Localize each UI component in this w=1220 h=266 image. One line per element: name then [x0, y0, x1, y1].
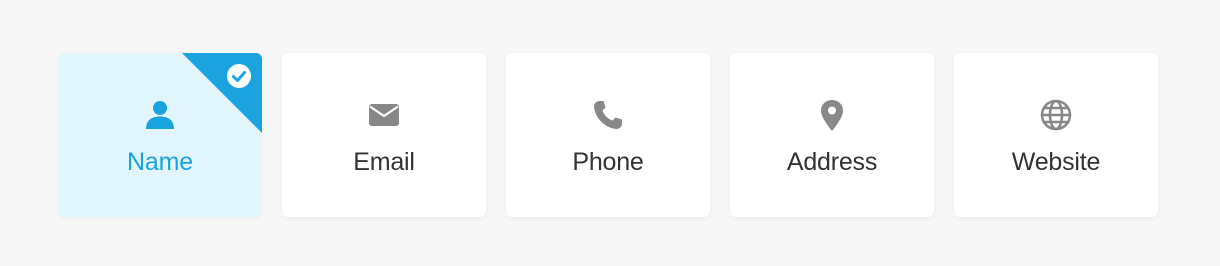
map-pin-icon	[815, 98, 849, 132]
option-card-phone[interactable]: Phone	[506, 53, 710, 217]
option-card-email[interactable]: Email	[282, 53, 486, 217]
selected-corner-badge	[182, 53, 262, 133]
envelope-icon	[367, 98, 401, 132]
user-icon	[143, 98, 177, 132]
check-circle-icon	[227, 64, 251, 88]
option-label: Website	[1011, 148, 1101, 176]
option-card-name[interactable]: Name	[58, 53, 262, 217]
option-label: Phone	[572, 148, 644, 176]
phone-icon	[591, 98, 625, 132]
globe-icon	[1039, 98, 1073, 132]
option-label: Address	[786, 148, 878, 176]
option-label: Name	[127, 148, 193, 176]
option-label: Email	[353, 148, 415, 176]
field-type-options: Name Email Phone Address Website	[58, 53, 1158, 217]
option-card-address[interactable]: Address	[730, 53, 934, 217]
option-card-website[interactable]: Website	[954, 53, 1158, 217]
